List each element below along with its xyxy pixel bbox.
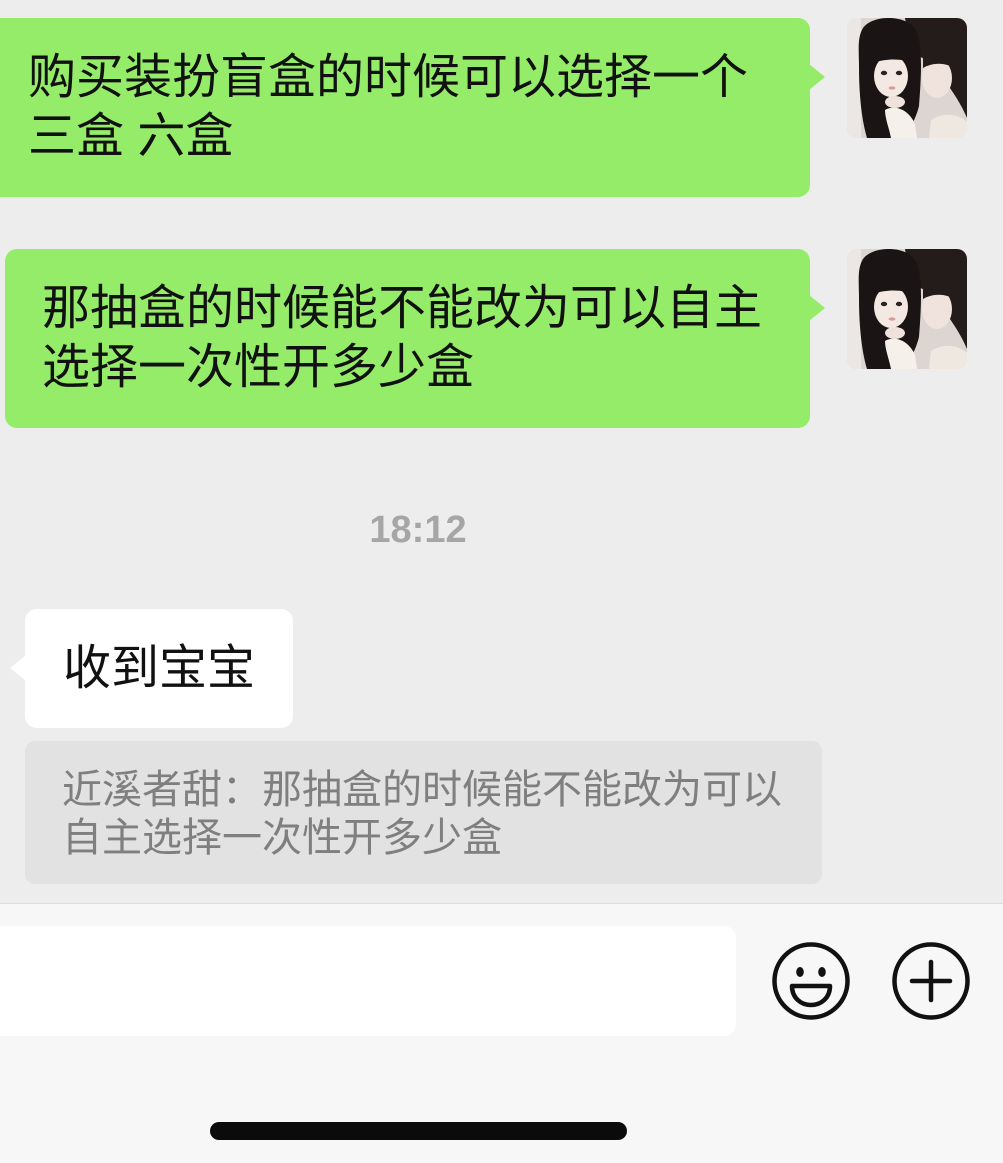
emoji-button[interactable] <box>771 941 851 1021</box>
avatar[interactable] <box>847 249 967 369</box>
more-button[interactable] <box>891 941 971 1021</box>
home-indicator <box>210 1122 627 1140</box>
plus-circle-icon <box>892 942 970 1020</box>
avatar-photo <box>847 249 967 369</box>
message-timestamp: 18:12 <box>369 509 467 551</box>
sent-message-bubble[interactable]: 那抽盒的时候能不能改为可以自主选择一次性开多少盒 <box>5 249 825 428</box>
message-text: 购买装扮盲盒的时候可以选择一个三盒 六盒 <box>28 51 749 163</box>
received-message-bubble[interactable]: 收到宝宝 <box>9 609 294 728</box>
avatar-photo <box>847 18 967 138</box>
quoted-message-text: 近溪者甜：那抽盒的时候能不能改为可以自主选择一次性开多少盒 <box>62 768 782 860</box>
smiley-face-icon <box>772 942 850 1020</box>
avatar[interactable] <box>847 18 967 138</box>
chat-screen: 购买装扮盲盒的时候可以选择一个三盒 六盒 那抽盒的时候能不能改为可以自主选择一次… <box>0 0 1003 1163</box>
message-text: 收到宝宝 <box>63 642 256 695</box>
quoted-message[interactable]: 近溪者甜：那抽盒的时候能不能改为可以自主选择一次性开多少盒 <box>25 741 822 884</box>
message-list[interactable]: 购买装扮盲盒的时候可以选择一个三盒 六盒 那抽盒的时候能不能改为可以自主选择一次… <box>0 0 1003 903</box>
message-input[interactable] <box>0 926 736 1036</box>
message-text: 那抽盒的时候能不能改为可以自主选择一次性开多少盒 <box>42 282 763 394</box>
sent-message-bubble[interactable]: 购买装扮盲盒的时候可以选择一个三盒 六盒 <box>0 18 825 197</box>
